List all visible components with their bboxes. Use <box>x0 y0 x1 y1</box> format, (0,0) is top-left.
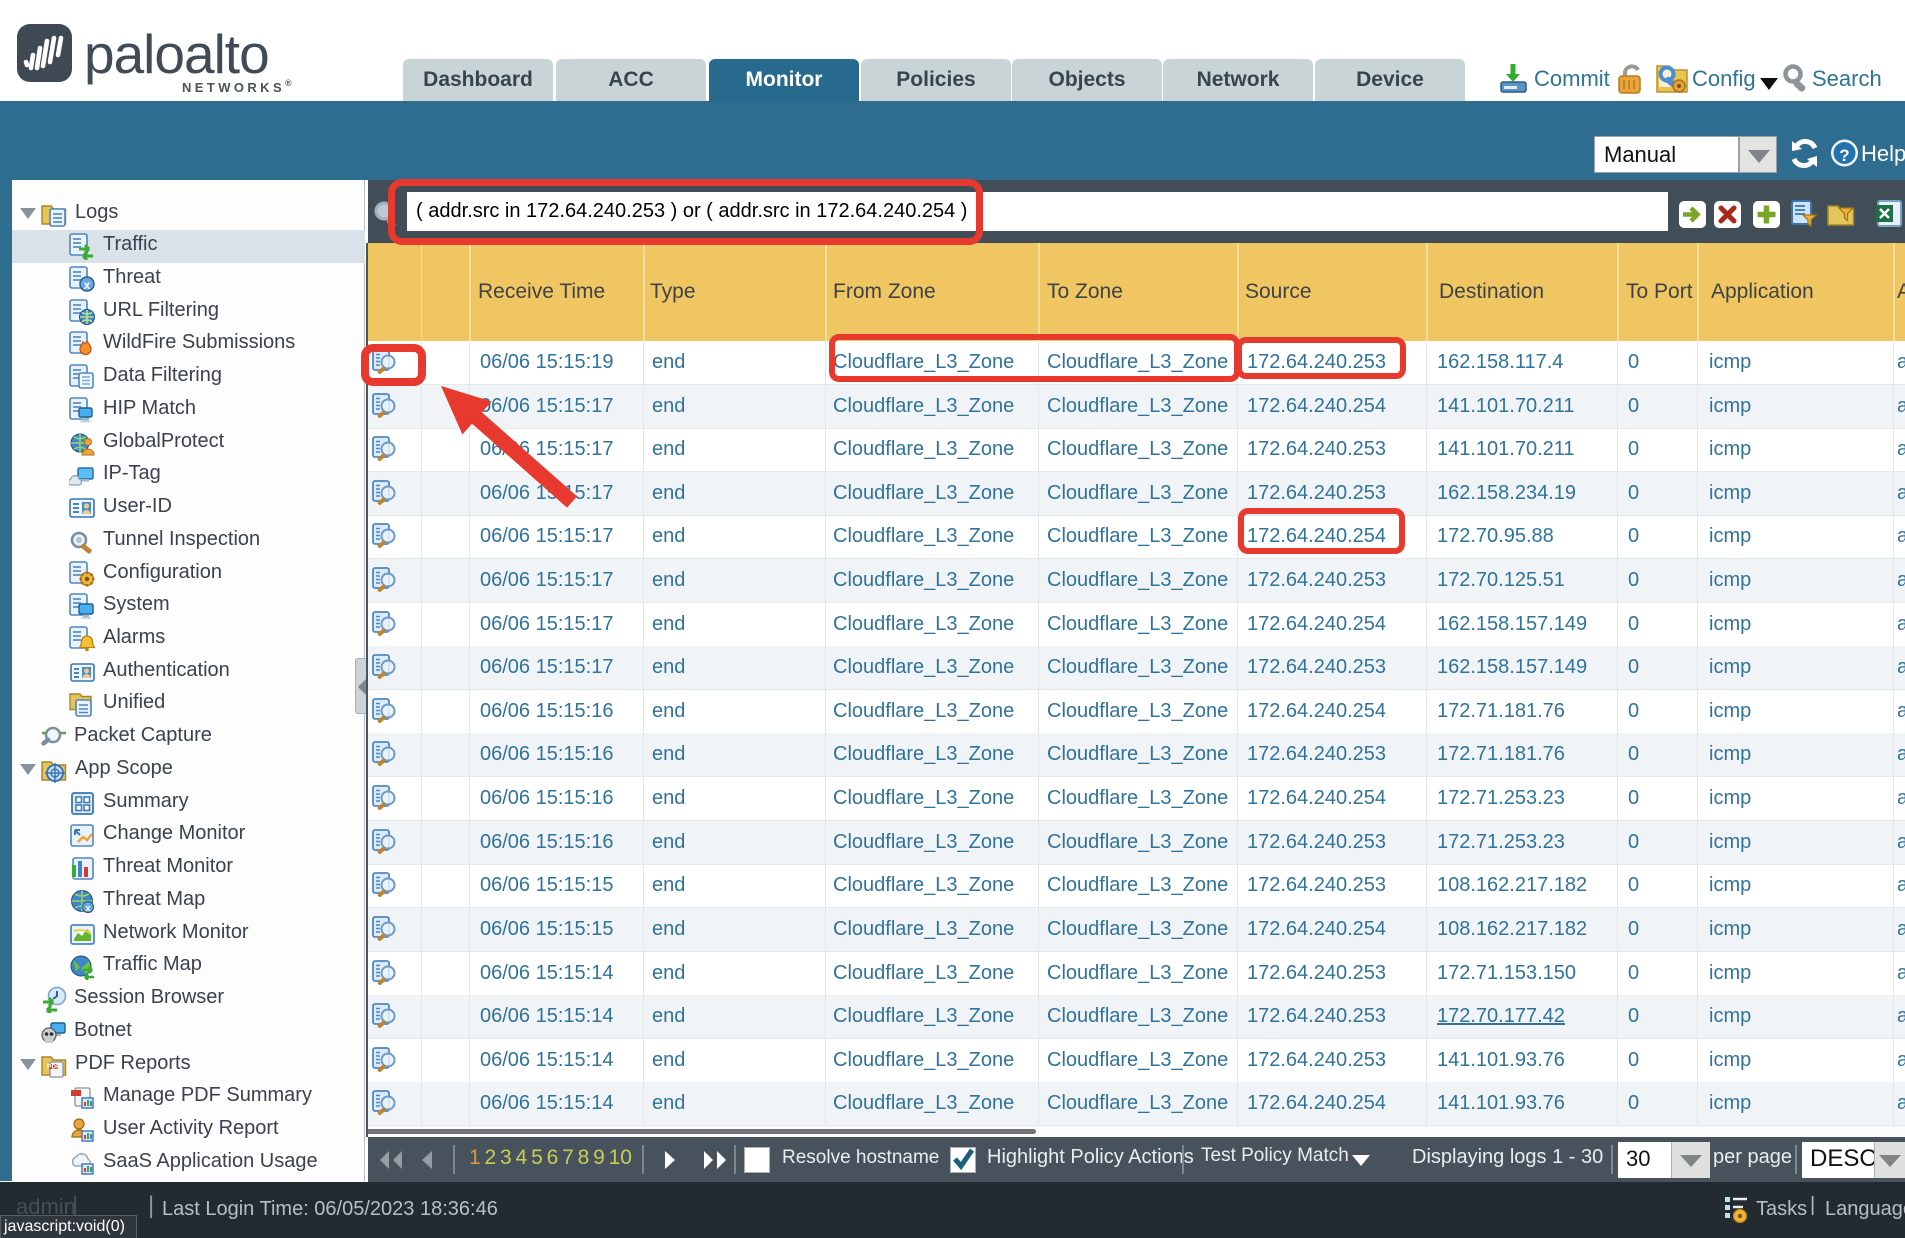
svg-text:?: ? <box>1839 146 1849 165</box>
